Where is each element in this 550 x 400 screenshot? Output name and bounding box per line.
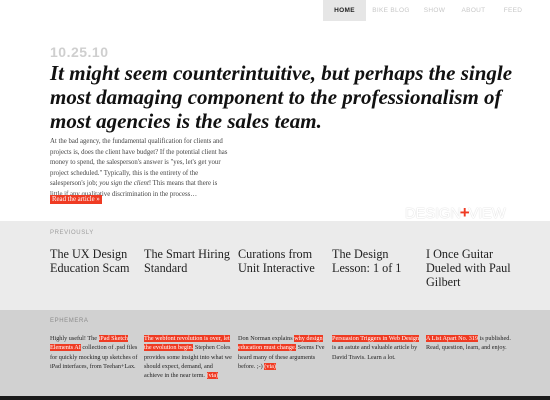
nav-home[interactable]: HOME (323, 0, 366, 21)
ephemera-label: EPHEMERA (50, 318, 89, 324)
previous-post-link[interactable]: Curations from Unit Interactive (238, 247, 332, 289)
ephemera-list: Highly useful! The iPad Sketch Elements … (50, 334, 530, 380)
footer-bar (0, 396, 550, 400)
ephemera-item: The webfont revolution is over, let the … (144, 334, 238, 380)
post-headline[interactable]: It might seem counterintuitive, but perh… (50, 61, 520, 133)
ephemera-text: Highly useful! The (50, 335, 99, 342)
previous-post-link[interactable]: The Smart Hiring Standard (144, 247, 238, 289)
ephemera-item: Persuasion Triggers in Web Design is an … (332, 334, 426, 380)
ephemera-link[interactable]: Persuasion Triggers in Web Design (332, 335, 420, 342)
ephemera-text: is an astute and valuable article by Dav… (332, 344, 418, 361)
via-link[interactable]: (via) (206, 372, 219, 380)
via-link[interactable]: (via) (264, 362, 276, 370)
post-date: 10.25.10 (50, 44, 109, 60)
previous-post-link[interactable]: I Once Guitar Dueled with Paul Gilbert (426, 247, 520, 289)
nav-show[interactable]: SHOW (416, 0, 453, 21)
nav-bike-blog[interactable]: BIKE BLOG (366, 0, 416, 21)
ephemera-section: EPHEMERA Highly useful! The iPad Sketch … (0, 310, 550, 396)
excerpt-italic: you sign the client (99, 180, 149, 188)
logo-design-text: DESIGN (405, 204, 461, 222)
nav-about[interactable]: ABOUT (453, 0, 494, 21)
design-view-logo[interactable]: DESIGN + VIEW (405, 203, 506, 222)
previously-list: The UX Design Education Scam The Smart H… (50, 247, 530, 289)
ephemera-item: Don Norman explains why design education… (238, 334, 332, 380)
ephemera-item: A List Apart No. 319 is published. Read,… (426, 334, 520, 380)
ephemera-item: Highly useful! The iPad Sketch Elements … (50, 334, 144, 380)
nav-feed[interactable]: FEED (494, 0, 532, 21)
top-nav: HOME BIKE BLOG SHOW ABOUT FEED (323, 0, 532, 21)
previously-section: PREVIOUSLY The UX Design Education Scam … (0, 221, 550, 310)
previous-post-link[interactable]: The Design Lesson: 1 of 1 (332, 247, 426, 289)
previous-post-link[interactable]: The UX Design Education Scam (50, 247, 144, 289)
ephemera-text: Don Norman explains (238, 335, 295, 342)
post-excerpt: At the bad agency, the fundamental quali… (50, 137, 230, 201)
read-article-link[interactable]: Read the article » (50, 195, 102, 204)
ephemera-link[interactable]: A List Apart No. 319 (426, 335, 479, 342)
logo-view-text: VIEW (468, 204, 506, 222)
previously-label: PREVIOUSLY (50, 230, 94, 236)
